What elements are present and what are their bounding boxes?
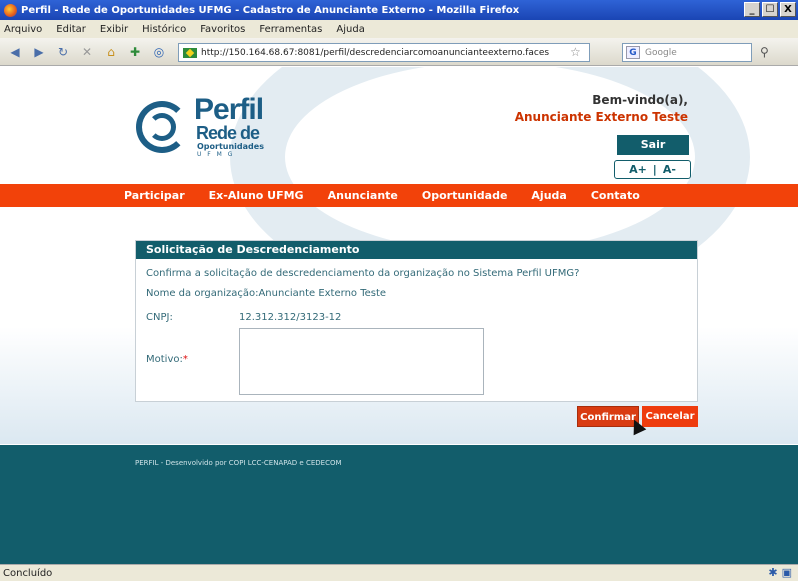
extension-icon[interactable]: ▣ [782, 566, 792, 579]
font-size-controls: A+ | A- [614, 160, 691, 179]
logout-button[interactable]: Sair [617, 135, 689, 155]
brazil-flag-icon [183, 47, 197, 58]
required-mark: * [182, 354, 188, 365]
bookmark-icon[interactable]: ✚ [126, 43, 144, 61]
nav-contato[interactable]: Contato [591, 189, 640, 202]
footer-text: PERFIL - Desenvolvido por COPI LCC-CENAP… [135, 459, 342, 467]
window-controls: _ ☐ X [744, 2, 796, 17]
cancel-button[interactable]: Cancelar [642, 406, 698, 427]
org-row: Nome da organização:Anunciante Externo T… [146, 288, 386, 299]
motivo-row: Motivo:* [146, 354, 188, 365]
form-title: Solicitação de Descredenciamento [136, 241, 697, 259]
security-icon[interactable]: ◎ [150, 43, 168, 61]
window-title-bar: Perfil - Rede de Oportunidades UFMG - Ca… [0, 0, 798, 20]
welcome-text: Bem-vindo(a), [592, 93, 688, 107]
window-title: Perfil - Rede de Oportunidades UFMG - Ca… [21, 4, 520, 16]
nav-ex-aluno[interactable]: Ex-Aluno UFMG [209, 189, 304, 202]
status-text: Concluído [3, 567, 53, 579]
deregistration-form: Solicitação de Descredenciamento Confirm… [135, 240, 698, 402]
site-logo[interactable]: Perfil Rede de Oportunidades U F M G [136, 93, 266, 163]
menu-favoritos[interactable]: Favoritos [200, 24, 245, 35]
maximize-button[interactable]: ☐ [762, 2, 778, 17]
page-footer: PERFIL - Desenvolvido por COPI LCC-CENAP… [0, 445, 798, 564]
menu-arquivo[interactable]: Arquivo [4, 24, 42, 35]
font-size-separator: | [652, 163, 657, 176]
page-content: Perfil Rede de Oportunidades U F M G Bem… [0, 67, 798, 564]
logo-title: Perfil [194, 93, 264, 126]
search-input[interactable]: G Google [622, 43, 752, 62]
minimize-button[interactable]: _ [744, 2, 760, 17]
font-increase-button[interactable]: A+ [629, 163, 647, 176]
close-button[interactable]: X [780, 2, 796, 17]
nav-anunciante[interactable]: Anunciante [328, 189, 398, 202]
motivo-label: Motivo: [146, 354, 183, 365]
menu-ajuda[interactable]: Ajuda [336, 24, 364, 35]
menu-bar: Arquivo Editar Exibir Histórico Favorito… [0, 20, 798, 38]
home-icon[interactable]: ⌂ [102, 43, 120, 61]
logo-ufmg: U F M G [197, 151, 235, 158]
menu-exibir[interactable]: Exibir [100, 24, 128, 35]
main-nav: Participar Ex-Aluno UFMG Anunciante Opor… [0, 184, 798, 207]
org-label: Nome da organização: [146, 288, 259, 299]
status-icons: ✱ ▣ [768, 566, 792, 579]
google-icon: G [626, 46, 640, 59]
nav-oportunidade[interactable]: Oportunidade [422, 189, 508, 202]
search-icon[interactable]: ⚲ [760, 45, 769, 59]
nav-ajuda[interactable]: Ajuda [531, 189, 566, 202]
status-bar: Concluído ✱ ▣ [0, 564, 798, 581]
cnpj-value: 12.312.312/3123-12 [239, 312, 342, 323]
menu-ferramentas[interactable]: Ferramentas [259, 24, 322, 35]
user-name: Anunciante Externo Teste [514, 110, 688, 124]
stop-icon[interactable]: ✕ [78, 43, 96, 61]
nav-participar[interactable]: Participar [124, 189, 185, 202]
form-question: Confirma a solicitação de descredenciame… [146, 268, 580, 279]
addon-icon[interactable]: ✱ [768, 566, 777, 579]
firefox-icon [4, 3, 17, 17]
star-icon[interactable]: ☆ [570, 45, 581, 59]
welcome-block: Bem-vindo(a), Anunciante Externo Teste [515, 93, 688, 124]
cnpj-label: CNPJ: [146, 312, 173, 323]
back-icon[interactable]: ◀ [6, 43, 24, 61]
menu-historico[interactable]: Histórico [142, 24, 186, 35]
reload-icon[interactable]: ↻ [54, 43, 72, 61]
logo-inner-ring-icon [148, 113, 176, 141]
url-text: http://150.164.68.67:8081/perfil/descred… [201, 47, 550, 58]
org-value: Anunciante Externo Teste [258, 288, 387, 299]
forward-icon[interactable]: ▶ [30, 43, 48, 61]
search-placeholder: Google [645, 47, 677, 58]
url-bar[interactable]: http://150.164.68.67:8081/perfil/descred… [178, 43, 590, 62]
font-decrease-button[interactable]: A- [663, 163, 676, 176]
logo-subtitle-2: Oportunidades [197, 142, 264, 151]
logo-subtitle: Rede de [196, 123, 260, 143]
motivo-textarea[interactable] [239, 328, 484, 395]
menu-editar[interactable]: Editar [56, 24, 86, 35]
